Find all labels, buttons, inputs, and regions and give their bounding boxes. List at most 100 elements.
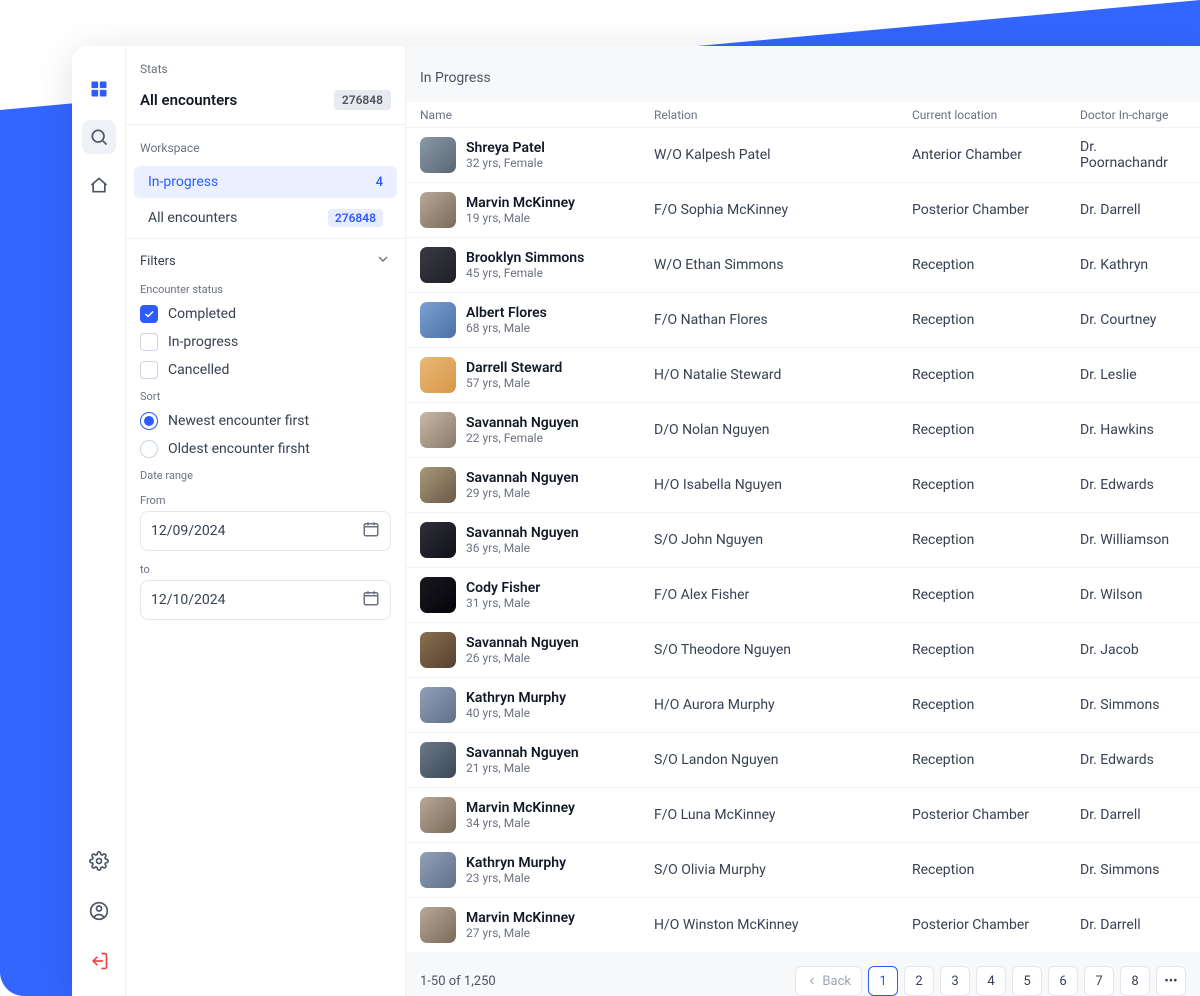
dashboard-icon[interactable] (82, 72, 116, 106)
filters-label: Filters (140, 254, 176, 269)
status-option[interactable]: In-progress (126, 328, 405, 356)
patient-meta: 23 yrs, Male (466, 871, 566, 885)
avatar (420, 632, 456, 668)
patient-name: Savannah Nguyen (466, 415, 579, 432)
table-row[interactable]: Kathryn Murphy23 yrs, MaleS/O Olivia Mur… (406, 842, 1200, 897)
cell-location: Reception (912, 587, 1080, 603)
home-icon[interactable] (82, 168, 116, 202)
table-row[interactable]: Brooklyn Simmons45 yrs, FemaleW/O Ethan … (406, 237, 1200, 292)
pager-page-button[interactable]: 6 (1048, 966, 1078, 996)
patient-name: Marvin McKinney (466, 800, 575, 817)
table-row[interactable]: Marvin McKinney34 yrs, MaleF/O Luna McKi… (406, 787, 1200, 842)
cell-location: Posterior Chamber (912, 807, 1080, 823)
pager-page-button[interactable]: 7 (1084, 966, 1114, 996)
cell-doctor: Dr. Simmons (1080, 862, 1186, 878)
avatar (420, 467, 456, 503)
cell-doctor: Dr. Darrell (1080, 917, 1186, 933)
table-row[interactable]: Marvin McKinney19 yrs, MaleF/O Sophia Mc… (406, 182, 1200, 237)
cell-doctor: Dr. Darrell (1080, 202, 1186, 218)
encounters-table: Name Relation Current location Doctor In… (406, 102, 1200, 952)
radio[interactable] (140, 412, 158, 430)
radio[interactable] (140, 440, 158, 458)
patient-name: Savannah Nguyen (466, 635, 579, 652)
cell-location: Reception (912, 312, 1080, 328)
patient-name: Albert Flores (466, 305, 547, 322)
table-row[interactable]: Albert Flores68 yrs, MaleF/O Nathan Flor… (406, 292, 1200, 347)
avatar (420, 302, 456, 338)
pager: Back 12345678 ••• (795, 966, 1186, 996)
patient-name: Shreya Patel (466, 140, 545, 157)
date-to-input[interactable]: 12/10/2024 (140, 580, 391, 620)
cell-doctor: Dr. Leslie (1080, 367, 1186, 383)
logout-icon[interactable] (82, 944, 116, 978)
profile-icon[interactable] (82, 894, 116, 928)
stats-row: All encounters 276848 (126, 84, 405, 124)
stats-count-badge: 276848 (334, 90, 391, 110)
table-row[interactable]: Marvin McKinney27 yrs, MaleH/O Winston M… (406, 897, 1200, 952)
table-row[interactable]: Cody Fisher31 yrs, MaleF/O Alex FisherRe… (406, 567, 1200, 622)
patient-meta: 34 yrs, Male (466, 816, 575, 830)
cell-relation: D/O Nolan Nguyen (654, 422, 912, 438)
cell-location: Reception (912, 477, 1080, 493)
status-option-label: Cancelled (168, 362, 229, 378)
cell-doctor: Dr. Hawkins (1080, 422, 1186, 438)
checkbox[interactable] (140, 361, 158, 379)
cell-doctor: Dr. Courtney (1080, 312, 1186, 328)
encounter-status-label: Encounter status (126, 277, 405, 300)
col-doctor: Doctor In-charge (1080, 108, 1186, 122)
cell-doctor: Dr. Edwards (1080, 477, 1186, 493)
checkbox[interactable] (140, 333, 158, 351)
cell-relation: W/O Kalpesh Patel (654, 147, 912, 163)
cell-relation: S/O John Nguyen (654, 532, 912, 548)
cell-relation: S/O Landon Nguyen (654, 752, 912, 768)
table-row[interactable]: Shreya Patel32 yrs, FemaleW/O Kalpesh Pa… (406, 127, 1200, 182)
cell-location: Posterior Chamber (912, 202, 1080, 218)
date-from-input[interactable]: 12/09/2024 (140, 511, 391, 551)
table-row[interactable]: Savannah Nguyen21 yrs, MaleS/O Landon Ng… (406, 732, 1200, 787)
checkbox[interactable] (140, 305, 158, 323)
pager-page-button[interactable]: 3 (940, 966, 970, 996)
cell-location: Reception (912, 257, 1080, 273)
table-header: Name Relation Current location Doctor In… (406, 102, 1200, 127)
pager-page-button[interactable]: 5 (1012, 966, 1042, 996)
stats-title: All encounters (140, 91, 237, 109)
sort-option[interactable]: Newest encounter first (126, 407, 405, 435)
date-from-value: 12/09/2024 (151, 523, 226, 539)
search-icon[interactable] (82, 120, 116, 154)
filters-header[interactable]: Filters (126, 239, 405, 277)
settings-icon[interactable] (82, 844, 116, 878)
pager-back-button[interactable]: Back (795, 966, 862, 996)
avatar (420, 247, 456, 283)
patient-meta: 68 yrs, Male (466, 321, 547, 335)
pager-more-button[interactable]: ••• (1156, 966, 1186, 996)
table-row[interactable]: Darrell Steward57 yrs, MaleH/O Natalie S… (406, 347, 1200, 402)
pager-back-label: Back (822, 974, 851, 989)
status-option-label: Completed (168, 306, 236, 322)
date-range-label: Date range (126, 463, 405, 486)
pager-page-button[interactable]: 1 (868, 966, 898, 996)
patient-meta: 29 yrs, Male (466, 486, 579, 500)
table-row[interactable]: Savannah Nguyen36 yrs, MaleS/O John Nguy… (406, 512, 1200, 567)
workspace-item[interactable]: All encounters276848 (134, 201, 397, 235)
cell-relation: F/O Sophia McKinney (654, 202, 912, 218)
table-row[interactable]: Kathryn Murphy40 yrs, MaleH/O Aurora Mur… (406, 677, 1200, 732)
status-option[interactable]: Cancelled (126, 356, 405, 384)
workspace-item[interactable]: In-progress4 (134, 166, 397, 198)
table-row[interactable]: Savannah Nguyen22 yrs, FemaleD/O Nolan N… (406, 402, 1200, 457)
patient-meta: 19 yrs, Male (466, 211, 575, 225)
cell-doctor: Dr. Kathryn (1080, 257, 1186, 273)
page-title: In Progress (406, 46, 1200, 102)
pager-page-button[interactable]: 4 (976, 966, 1006, 996)
cell-location: Reception (912, 642, 1080, 658)
table-row[interactable]: Savannah Nguyen26 yrs, MaleS/O Theodore … (406, 622, 1200, 677)
patient-name: Brooklyn Simmons (466, 250, 584, 267)
pager-page-button[interactable]: 8 (1120, 966, 1150, 996)
pager-page-button[interactable]: 2 (904, 966, 934, 996)
table-row[interactable]: Savannah Nguyen29 yrs, MaleH/O Isabella … (406, 457, 1200, 512)
cell-relation: H/O Isabella Nguyen (654, 477, 912, 493)
col-relation: Relation (654, 108, 912, 122)
patient-meta: 57 yrs, Male (466, 376, 562, 390)
status-option[interactable]: Completed (126, 300, 405, 328)
sort-option[interactable]: Oldest encounter firsht (126, 435, 405, 463)
main-panel: In Progress Name Relation Current locati… (406, 46, 1200, 996)
